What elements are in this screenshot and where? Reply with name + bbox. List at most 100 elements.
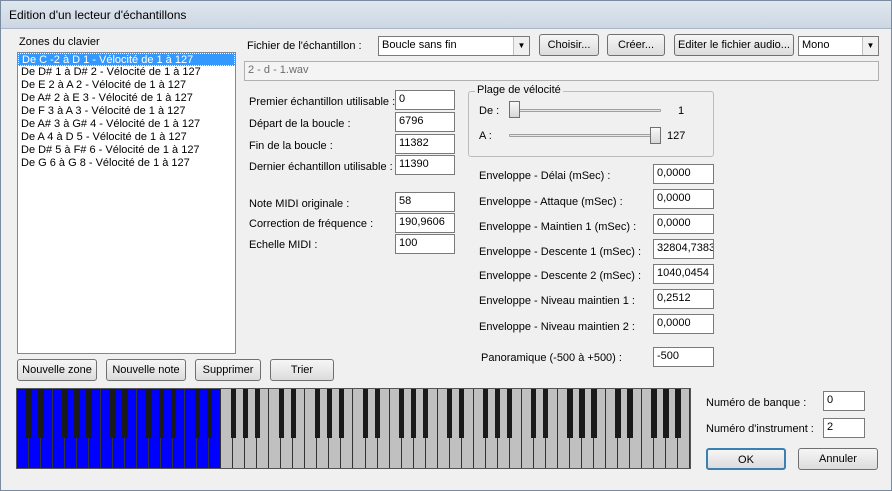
list-item[interactable]: De D# 5 à F# 6 - Vélocité de 1 à 127	[18, 144, 235, 157]
black-key[interactable]	[230, 389, 237, 438]
black-key[interactable]	[591, 389, 597, 438]
envelope-hold-input[interactable]: 0,0000	[653, 214, 714, 234]
black-key[interactable]	[567, 389, 573, 438]
black-key[interactable]	[482, 389, 489, 438]
velocity-from-label: De :	[479, 105, 500, 117]
list-item[interactable]: De A# 3 à G# 4 - Vélocité de 1 à 127	[18, 118, 235, 131]
black-key[interactable]	[158, 389, 164, 438]
black-key[interactable]	[170, 389, 176, 438]
envelope-sustain1-input[interactable]: 0,2512	[653, 289, 714, 309]
envelope-delay-input[interactable]: 0,0000	[653, 164, 714, 184]
black-key[interactable]	[326, 389, 333, 438]
midi-note-input[interactable]: 58	[395, 192, 455, 212]
loop-mode-select[interactable]: Boucle sans fin ▼	[378, 36, 530, 56]
envelope-sustain2-input[interactable]: 0,0000	[653, 314, 714, 334]
black-key[interactable]	[410, 389, 417, 438]
black-key[interactable]	[675, 389, 681, 438]
cancel-button[interactable]: Annuler	[798, 448, 878, 470]
black-key[interactable]	[362, 389, 369, 438]
choose-file-button[interactable]: Choisir...	[539, 34, 599, 56]
loop-end-input[interactable]: 11382	[395, 134, 455, 154]
black-key[interactable]	[531, 389, 537, 438]
sample-file-label: Fichier de l'échantillon :	[247, 40, 362, 52]
envelope-attack-label: Enveloppe - Attaque (mSec) :	[479, 196, 623, 208]
create-file-button[interactable]: Créer...	[607, 34, 665, 56]
black-key[interactable]	[507, 389, 513, 438]
loop-start-label: Départ de la boucle :	[249, 118, 351, 130]
edit-audio-button[interactable]: Editer le fichier audio...	[674, 34, 794, 56]
zones-listbox[interactable]: De C -2 à D 1 - Vélocité de 1 à 127 De D#…	[17, 52, 236, 354]
envelope-decay2-input[interactable]: 1040,0454	[653, 264, 714, 284]
list-item[interactable]: De A 4 à D 5 - Vélocité de 1 à 127	[18, 131, 235, 144]
velocity-to-value: 127	[667, 130, 686, 142]
new-note-button[interactable]: Nouvelle note	[106, 359, 186, 381]
delete-button[interactable]: Supprimer	[195, 359, 261, 381]
black-key[interactable]	[458, 389, 465, 438]
pan-input[interactable]: -500	[653, 347, 714, 367]
velocity-from-track[interactable]	[509, 109, 661, 112]
velocity-from-value: 1	[678, 105, 685, 117]
black-key[interactable]	[543, 389, 549, 438]
black-key[interactable]	[74, 389, 80, 438]
ok-button[interactable]: OK	[706, 448, 786, 470]
velocity-from-thumb[interactable]	[509, 101, 520, 118]
black-key[interactable]	[579, 389, 585, 438]
last-sample-input[interactable]: 11390	[395, 155, 455, 175]
black-key[interactable]	[254, 389, 261, 438]
black-key[interactable]	[146, 389, 152, 438]
window-title: Edition d'un lecteur d'échantillons	[9, 8, 187, 22]
list-item[interactable]: De E 2 à A 2 - Vélocité de 1 à 127	[18, 79, 235, 92]
list-item[interactable]: De C -2 à D 1 - Vélocité de 1 à 127	[18, 53, 235, 66]
envelope-delay-label: Enveloppe - Délai (mSec) :	[479, 170, 611, 182]
list-item[interactable]: De G 6 à G 8 - Vélocité de 1 à 127	[18, 157, 235, 170]
freq-correction-input[interactable]: 190,9606	[395, 213, 455, 233]
black-key[interactable]	[314, 389, 321, 438]
black-key[interactable]	[338, 389, 345, 438]
velocity-to-track[interactable]	[509, 134, 661, 137]
black-key[interactable]	[38, 389, 44, 438]
black-key[interactable]	[422, 389, 429, 438]
channel-select[interactable]: Mono ▼	[798, 36, 879, 56]
midi-note-label: Note MIDI originale :	[249, 198, 350, 210]
black-key[interactable]	[663, 389, 669, 438]
list-item[interactable]: De D# 1 à D# 2 - Vélocité de 1 à 127	[18, 66, 235, 79]
freq-correction-label: Correction de fréquence :	[249, 218, 374, 230]
black-key[interactable]	[86, 389, 92, 438]
velocity-to-label: A :	[479, 130, 492, 142]
velocity-to-thumb[interactable]	[650, 127, 661, 144]
envelope-attack-input[interactable]: 0,0000	[653, 189, 714, 209]
envelope-decay1-input[interactable]: 32804,7383	[653, 239, 714, 259]
envelope-hold-label: Enveloppe - Maintien 1 (mSec) :	[479, 221, 637, 233]
black-key[interactable]	[495, 389, 501, 438]
bank-number-input[interactable]: 0	[823, 391, 865, 411]
list-item[interactable]: De F 3 à A 3 - Vélocité de 1 à 127	[18, 105, 235, 118]
black-key[interactable]	[26, 389, 32, 438]
midi-scale-input[interactable]: 100	[395, 234, 455, 254]
black-key[interactable]	[278, 389, 285, 438]
black-key[interactable]	[122, 389, 128, 438]
list-item[interactable]: De A# 2 à E 3 - Vélocité de 1 à 127	[18, 92, 235, 105]
sort-button[interactable]: Trier	[270, 359, 334, 381]
velocity-range-title: Plage de vélocité	[475, 84, 563, 96]
black-key[interactable]	[446, 389, 453, 438]
zones-label: Zones du clavier	[19, 36, 100, 48]
loop-start-input[interactable]: 6796	[395, 112, 455, 132]
chevron-down-icon[interactable]: ▼	[513, 37, 529, 55]
black-key[interactable]	[206, 389, 212, 438]
chevron-down-icon[interactable]: ▼	[862, 37, 878, 55]
black-key[interactable]	[627, 389, 633, 438]
envelope-decay1-label: Enveloppe - Descente 1 (mSec) :	[479, 246, 642, 258]
black-key[interactable]	[615, 389, 621, 438]
piano-keyboard[interactable]	[16, 388, 691, 469]
black-key[interactable]	[374, 389, 381, 438]
instrument-number-input[interactable]: 2	[823, 418, 865, 438]
new-zone-button[interactable]: Nouvelle zone	[17, 359, 97, 381]
black-key[interactable]	[110, 389, 116, 438]
black-key[interactable]	[398, 389, 405, 438]
black-key[interactable]	[62, 389, 68, 438]
first-sample-input[interactable]: 0	[395, 90, 455, 110]
black-key[interactable]	[290, 389, 297, 438]
black-key[interactable]	[651, 389, 657, 438]
black-key[interactable]	[242, 389, 249, 438]
black-key[interactable]	[194, 389, 200, 438]
